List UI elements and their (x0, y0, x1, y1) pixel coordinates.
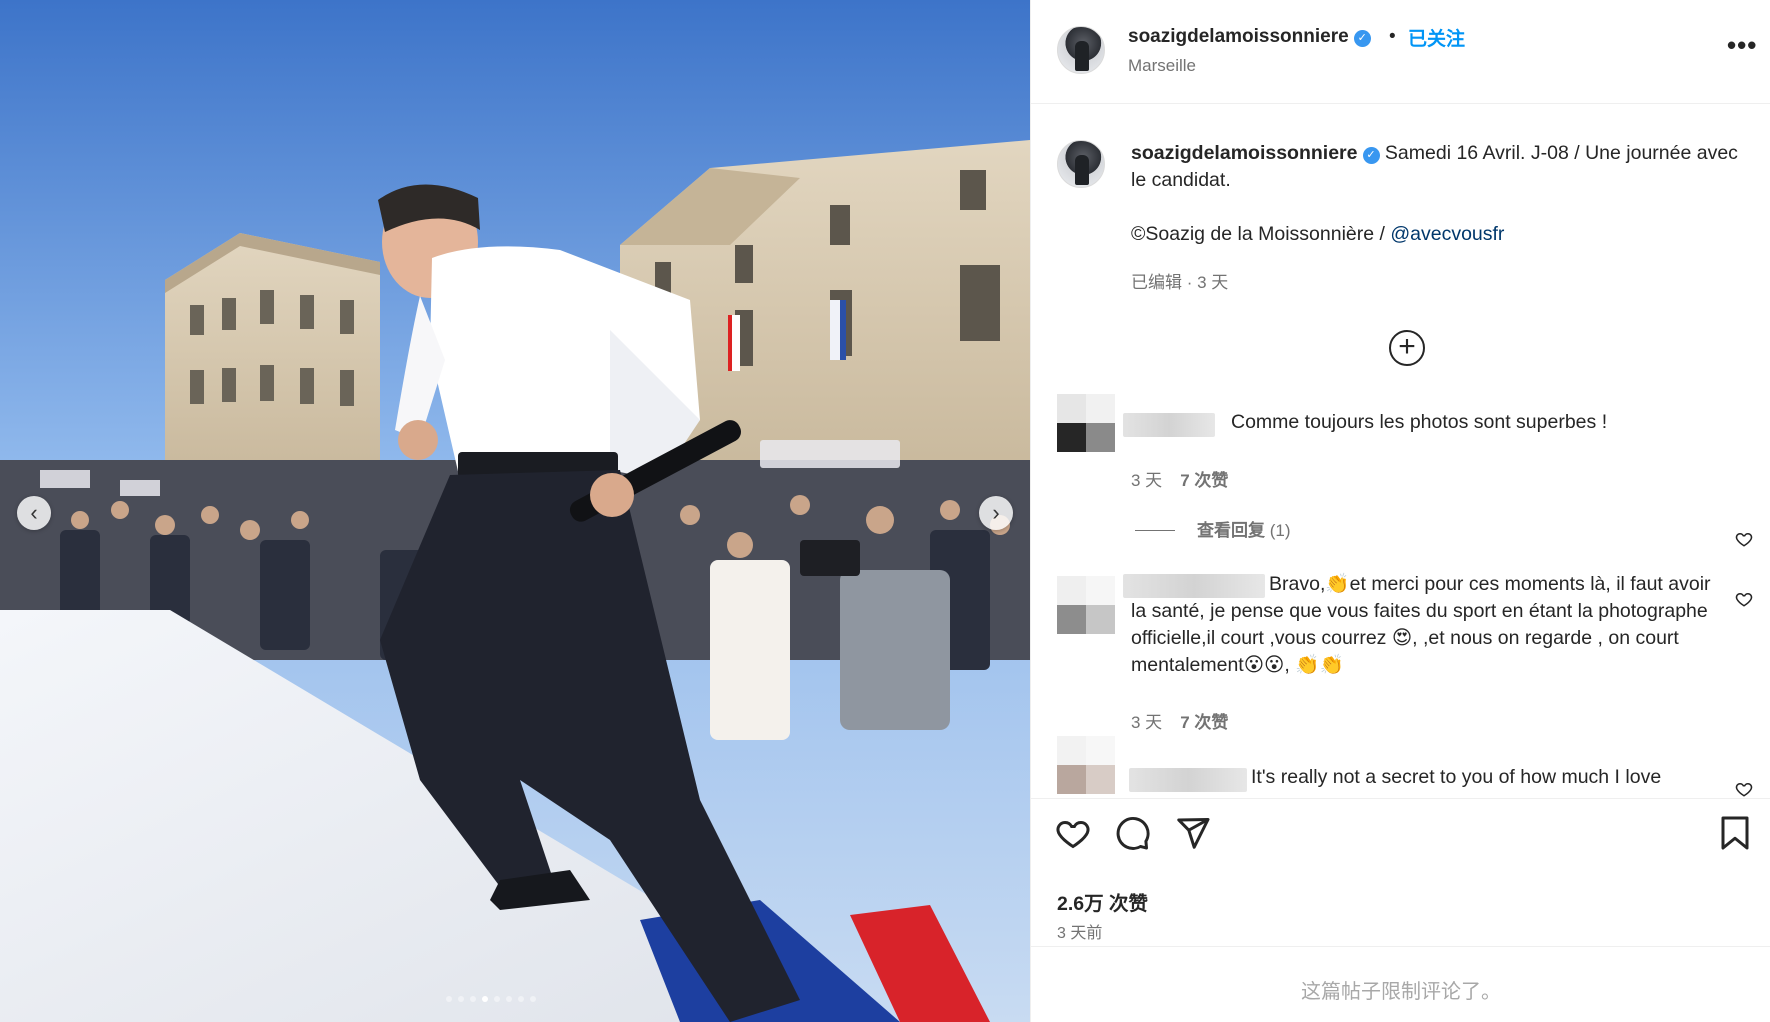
post-location[interactable]: Marseille (1128, 56, 1196, 76)
carousel-dot (506, 996, 512, 1002)
verified-icon: ✓ (1362, 147, 1380, 164)
post-timestamp[interactable]: 3 天前 (1057, 919, 1102, 943)
post-side-panel: soazigdelamoissonniere ✓ • 已关注 Marseille … (1030, 0, 1770, 1022)
author-username[interactable]: soazigdelamoissonniere ✓ (1128, 26, 1371, 48)
redacted-username (1129, 768, 1247, 792)
carousel-dot (470, 996, 476, 1002)
post-actions: 2.6万 次赞 3 天前 (1031, 798, 1770, 946)
carousel-dot (518, 996, 524, 1002)
caption-meta: 已编辑 · 3 天 (1131, 273, 1229, 292)
heart-icon[interactable] (1055, 815, 1091, 851)
carousel-dots (446, 996, 536, 1002)
likes-count[interactable]: 2.6万 次赞 (1057, 887, 1148, 916)
comment-icon[interactable] (1115, 815, 1151, 851)
carousel-dot (494, 996, 500, 1002)
verified-icon: ✓ (1353, 30, 1371, 47)
carousel-prev-button[interactable]: ‹ (17, 496, 51, 530)
comment-text: Bravo,👏et merci pour ces moments là, il … (1131, 573, 1711, 676)
carousel-dot (530, 996, 536, 1002)
comment-avatar[interactable] (1057, 736, 1115, 794)
post-photo[interactable]: ‹ › (0, 0, 1030, 1022)
comments-disabled-notice: 这篇帖子限制评论了。 (1301, 981, 1501, 1003)
comments-section[interactable]: soazigdelamoissonniere ✓ Samedi 16 Avril.… (1031, 104, 1770, 798)
header-separator: • (1389, 26, 1396, 47)
following-button[interactable]: 已关注 (1408, 24, 1465, 51)
caption-mention-link[interactable]: @avecvousfr (1390, 223, 1504, 245)
caption-text: soazigdelamoissonniere ✓ Samedi 16 Avril.… (1131, 140, 1741, 248)
author-username-text[interactable]: soazigdelamoissonniere (1128, 26, 1349, 47)
comment-time: 3 天 (1131, 713, 1163, 732)
carousel-dot (446, 996, 452, 1002)
heart-icon[interactable] (1735, 590, 1753, 608)
comment-avatar[interactable] (1057, 394, 1115, 452)
share-icon[interactable] (1175, 815, 1211, 851)
view-replies-button[interactable]: 查看回复 (1) (1135, 516, 1291, 541)
bookmark-icon[interactable] (1717, 815, 1753, 851)
comment-text: It's really not a secret to you of how m… (1251, 766, 1662, 788)
comment-text: Comme toujours les photos sont superbes … (1231, 411, 1608, 433)
carousel-dot (458, 996, 464, 1002)
add-circle-icon[interactable]: + (1389, 330, 1425, 366)
photo-illustration (0, 0, 1030, 1022)
comment-meta: 3 天 7 次赞 (1131, 708, 1228, 733)
carousel-dot-active (482, 996, 488, 1002)
comment-likes[interactable]: 7 次赞 (1180, 713, 1228, 732)
comment-bar: 这篇帖子限制评论了。 (1031, 946, 1770, 1022)
post-header: soazigdelamoissonniere ✓ • 已关注 Marseille … (1031, 0, 1770, 104)
author-avatar[interactable] (1057, 26, 1105, 74)
caption-username[interactable]: soazigdelamoissonniere (1131, 142, 1358, 164)
heart-icon[interactable] (1735, 530, 1753, 548)
carousel-next-button[interactable]: › (979, 496, 1013, 530)
caption-credit: ©Soazig de la Moissonnière / (1131, 223, 1391, 245)
heart-icon[interactable] (1735, 780, 1753, 798)
comment-likes[interactable]: 7 次赞 (1180, 471, 1228, 490)
comment-meta: 3 天 7 次赞 (1131, 466, 1228, 491)
comment-time: 3 天 (1131, 471, 1163, 490)
more-icon[interactable]: ••• (1727, 30, 1757, 61)
redacted-username (1123, 413, 1215, 437)
caption-avatar[interactable] (1057, 140, 1105, 188)
comment-avatar[interactable] (1057, 576, 1115, 634)
